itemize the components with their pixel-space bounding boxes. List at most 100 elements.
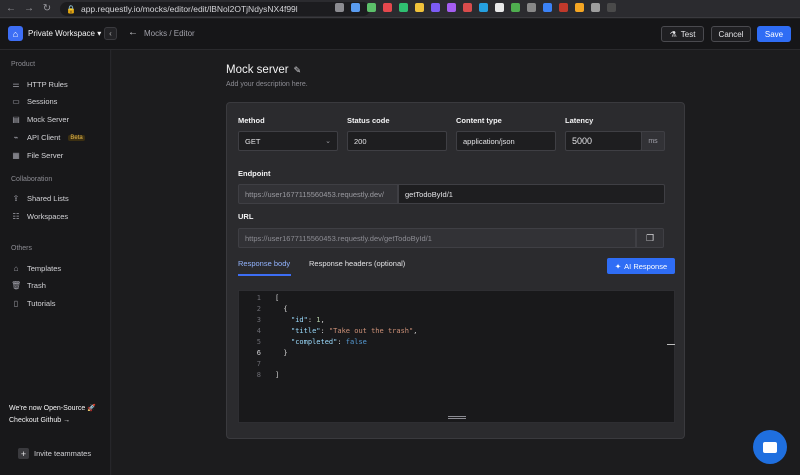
copy-icon[interactable]: ❐ bbox=[636, 228, 664, 248]
save-button[interactable]: Save bbox=[757, 26, 791, 42]
pencil-icon[interactable]: ✎ bbox=[294, 65, 302, 76]
extension-icon[interactable] bbox=[575, 3, 584, 12]
json-key: "id" bbox=[291, 315, 308, 324]
workspace-lock-icon[interactable]: ⌂ bbox=[8, 26, 23, 41]
open-source-banner: We're now Open-Source 🚀 bbox=[9, 405, 96, 412]
tab-response-headers[interactable]: Response headers (optional) bbox=[309, 259, 405, 268]
extension-icon[interactable] bbox=[543, 3, 552, 12]
forward-icon[interactable]: → bbox=[24, 3, 34, 14]
description-input[interactable]: Add your description here. bbox=[226, 81, 308, 88]
code-line: 5 "completed": false bbox=[239, 336, 367, 347]
extension-icon[interactable] bbox=[495, 3, 504, 12]
workspace-switcher[interactable]: Private Workspace ▾ bbox=[28, 29, 101, 38]
code-line: 7 bbox=[239, 358, 275, 369]
line-number: 6 bbox=[256, 348, 261, 357]
workspace-icon: ☷ bbox=[12, 212, 20, 221]
breadcrumb: Mocks / Editor bbox=[144, 29, 195, 38]
url-label: URL bbox=[238, 212, 254, 221]
chat-icon bbox=[763, 441, 777, 453]
url-field: https://user1677115560453.requestly.dev/… bbox=[238, 228, 636, 248]
plus-icon: + bbox=[18, 448, 29, 459]
status-code-input[interactable]: 200 bbox=[347, 131, 447, 151]
extension-icon[interactable] bbox=[527, 3, 536, 12]
endpoint-input[interactable]: getTodoById/1 bbox=[398, 184, 665, 204]
lock-icon: 🔒 bbox=[66, 4, 76, 14]
sidebar-item-templates[interactable]: ⌂ Templates bbox=[11, 264, 62, 273]
extension-icon[interactable] bbox=[431, 3, 440, 12]
sidebar-item-mock-server[interactable]: ▤ Mock Server bbox=[11, 115, 69, 124]
sidebar-item-trash[interactable]: 🗑 Trash bbox=[11, 281, 46, 290]
reload-icon[interactable]: ↻ bbox=[42, 3, 52, 14]
latency-input[interactable]: 5000 bbox=[565, 131, 642, 151]
chevron-down-icon: ⌄ bbox=[325, 138, 331, 145]
extension-icon[interactable] bbox=[447, 3, 456, 12]
sidebar-section-collaboration: Collaboration bbox=[11, 176, 53, 183]
sidebar-item-http-rules[interactable]: ⚌ HTTP Rules bbox=[11, 80, 68, 89]
cancel-button[interactable]: Cancel bbox=[711, 26, 751, 42]
test-button[interactable]: ⚗ Test bbox=[661, 26, 704, 42]
extension-icon[interactable] bbox=[383, 3, 392, 12]
file-icon: ▦ bbox=[12, 151, 20, 160]
code-editor[interactable]: 1 [ 2 { 3 "id": 1, 4 "title": "Take out … bbox=[238, 290, 675, 423]
extension-icon[interactable] bbox=[559, 3, 568, 12]
sidebar-item-label: HTTP Rules bbox=[27, 80, 68, 89]
extension-icon[interactable] bbox=[415, 3, 424, 12]
workspace-name: Private Workspace bbox=[28, 29, 95, 38]
code-text: } bbox=[275, 348, 288, 357]
resize-handle[interactable] bbox=[448, 416, 466, 419]
content-type-input[interactable]: application/json bbox=[456, 131, 556, 151]
extension-icon[interactable] bbox=[463, 3, 472, 12]
chat-support-button[interactable] bbox=[753, 430, 787, 464]
video-icon: ▭ bbox=[12, 97, 20, 106]
extension-icon[interactable] bbox=[607, 3, 616, 12]
address-bar[interactable]: 🔒 app.requestly.io/mocks/editor/edit/lBN… bbox=[60, 2, 370, 16]
code-line: 3 "id": 1, bbox=[239, 314, 325, 325]
mock-editor-panel: Method GET ⌄ Status code 200 Content typ… bbox=[226, 102, 685, 439]
extension-icon[interactable] bbox=[399, 3, 408, 12]
sidebar-item-shared-lists[interactable]: ⇪ Shared Lists bbox=[11, 194, 69, 203]
back-arrow-icon[interactable]: ← bbox=[128, 27, 138, 38]
code-line: 6 } bbox=[239, 347, 288, 358]
line-number: 3 bbox=[256, 315, 261, 324]
sidebar-item-tutorials[interactable]: ▯ Tutorials bbox=[11, 299, 56, 308]
server-icon: ▤ bbox=[12, 115, 20, 124]
tab-response-body[interactable]: Response body bbox=[238, 259, 290, 268]
invite-teammates-button[interactable]: + Invite teammates bbox=[18, 448, 91, 459]
sidebar-item-label: Tutorials bbox=[27, 299, 56, 308]
status-code-label: Status code bbox=[347, 116, 390, 125]
back-icon[interactable]: ← bbox=[6, 3, 16, 14]
extension-icon[interactable] bbox=[367, 3, 376, 12]
address-url[interactable]: app.requestly.io/mocks/editor/edit/lBNol… bbox=[81, 4, 298, 14]
sidebar-item-workspaces[interactable]: ☷ Workspaces bbox=[11, 212, 68, 221]
code-line: 1 [ bbox=[239, 292, 279, 303]
method-select[interactable]: GET ⌄ bbox=[238, 131, 338, 151]
checkout-github-link[interactable]: Checkout Github → bbox=[9, 417, 70, 424]
code-text: "completed": false bbox=[261, 338, 367, 346]
sidebar-item-sessions[interactable]: ▭ Sessions bbox=[11, 97, 57, 106]
main-content: Mock server ✎ Add your description here.… bbox=[112, 50, 800, 475]
test-button-label: Test bbox=[680, 29, 696, 39]
sidebar-item-label: Workspaces bbox=[27, 212, 69, 221]
extension-icon[interactable] bbox=[479, 3, 488, 12]
mock-title: Mock server bbox=[226, 64, 289, 76]
api-icon: ⌁ bbox=[13, 133, 19, 142]
extension-icon[interactable] bbox=[511, 3, 520, 12]
code-line: 4 "title": "Take out the trash", bbox=[239, 325, 418, 336]
line-number: 1 bbox=[256, 293, 261, 302]
beta-badge: Beta bbox=[68, 134, 85, 141]
extension-icon[interactable] bbox=[591, 3, 600, 12]
sidebar-item-file-server[interactable]: ▦ File Server bbox=[11, 151, 63, 160]
extension-icon[interactable] bbox=[335, 3, 344, 12]
extension-icon[interactable] bbox=[351, 3, 360, 12]
collapse-sidebar-button[interactable]: ‹ bbox=[104, 27, 117, 40]
method-label: Method bbox=[238, 116, 265, 125]
sidebar-item-label: File Server bbox=[27, 151, 64, 160]
trash-icon: 🗑 bbox=[11, 281, 22, 290]
json-colon: : bbox=[337, 337, 346, 346]
sidebar-item-api-client[interactable]: ⌁ API Client Beta bbox=[11, 133, 85, 142]
code-text: "title": "Take out the trash", bbox=[261, 327, 417, 335]
ai-response-button[interactable]: ✦ AI Response bbox=[607, 258, 675, 274]
chevron-down-icon: ▾ bbox=[97, 29, 102, 38]
share-icon: ⇪ bbox=[12, 194, 20, 203]
sidebar-item-label: Trash bbox=[27, 281, 46, 290]
